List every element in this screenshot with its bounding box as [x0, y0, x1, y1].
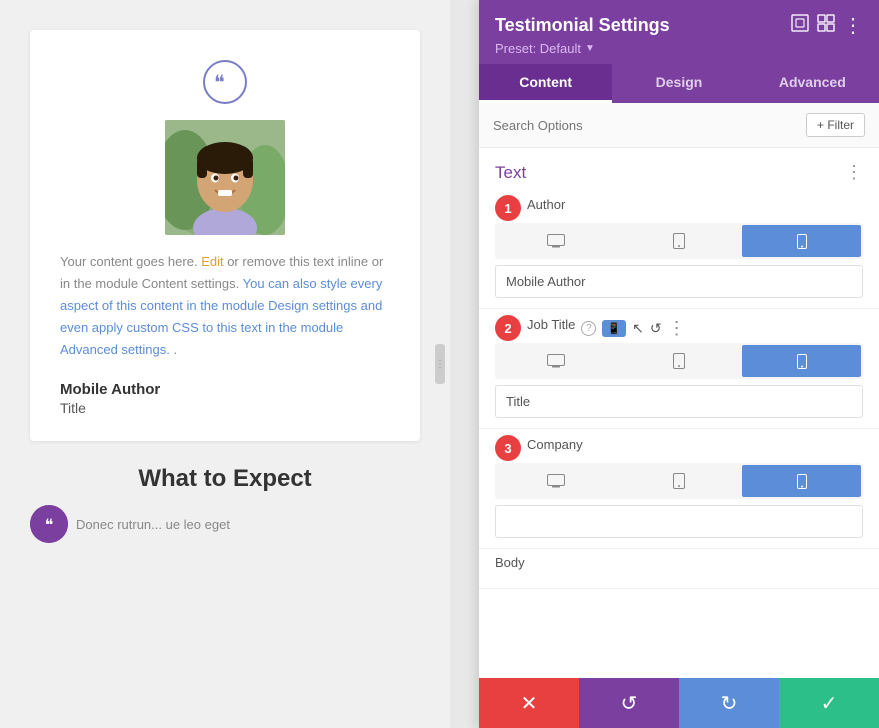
bottom-bar: ✕ ↺ ↻ ✓: [479, 678, 879, 728]
grid-icon[interactable]: [817, 14, 835, 37]
company-responsive-row: [495, 463, 863, 499]
author-responsive-row: [495, 223, 863, 259]
company-label: Company: [527, 437, 583, 452]
card-job-title: Title: [60, 400, 390, 416]
job-title-input[interactable]: [495, 385, 863, 418]
cursor-icon[interactable]: ↖: [632, 320, 644, 337]
save-button[interactable]: ✓: [779, 678, 879, 728]
badge-2: 2: [495, 315, 521, 341]
author-tablet-btn[interactable]: [620, 225, 739, 257]
testimonial-card: ❝: [30, 30, 420, 441]
author-label: Author: [527, 197, 565, 212]
resize-handle[interactable]: ⋮: [435, 344, 445, 384]
section-dots-icon[interactable]: ⋮: [845, 162, 863, 183]
jobtitle-tablet-btn[interactable]: [620, 345, 739, 377]
redo-button[interactable]: ↻: [679, 678, 779, 728]
tab-content[interactable]: Content: [479, 64, 612, 103]
company-tablet-btn[interactable]: [620, 465, 739, 497]
panel-body: + Filter Text ⋮ 1 Author: [479, 103, 879, 678]
card-author: Mobile Author: [60, 381, 390, 398]
body-field-block: Body: [479, 549, 879, 589]
company-desktop-btn[interactable]: [497, 465, 616, 497]
job-title-label: Job Title: [527, 317, 575, 332]
tab-design[interactable]: Design: [612, 64, 745, 103]
more-icon[interactable]: ⋮: [668, 318, 686, 339]
company-badge-wrap: 3 Company: [495, 435, 863, 461]
avatar: [165, 120, 285, 235]
quote-icon: ❝: [203, 60, 247, 104]
left-panel: ❝: [0, 0, 450, 728]
author-badge-wrap: 1 Author: [495, 195, 863, 221]
panel-title: Testimonial Settings: [495, 15, 670, 36]
badge-3: 3: [495, 435, 521, 461]
jobtitle-mobile-btn[interactable]: [742, 345, 861, 377]
quote-icon-wrap: ❝: [60, 60, 390, 104]
undo-button[interactable]: ↺: [579, 678, 679, 728]
settings-panel: Testimonial Settings ⋮: [479, 0, 879, 728]
search-bar-row: + Filter: [479, 103, 879, 148]
mobile-active-badge: 📱: [602, 320, 626, 337]
panel-title-icons: ⋮: [791, 14, 863, 37]
panel-title-row: Testimonial Settings ⋮: [495, 14, 863, 37]
filter-button[interactable]: + Filter: [806, 113, 865, 137]
undo-icon[interactable]: ↺: [650, 320, 662, 337]
svg-text:❝: ❝: [45, 517, 54, 534]
company-input[interactable]: [495, 505, 863, 538]
what-to-expect-heading: What to Expect: [30, 465, 420, 493]
bottom-circle-1: ❝: [30, 505, 68, 543]
body-label: Body: [495, 555, 863, 570]
job-title-responsive-row: [495, 343, 863, 379]
bottom-avatars-row: ❝ Donec rutrun... ue leo eget: [30, 505, 420, 543]
section-title: Text: [495, 163, 526, 183]
company-mobile-btn[interactable]: [742, 465, 861, 497]
author-field-block: 1 Author: [479, 189, 879, 309]
preset-label: Preset: Default: [495, 41, 581, 56]
jobtitle-desktop-btn[interactable]: [497, 345, 616, 377]
tab-advanced[interactable]: Advanced: [746, 64, 879, 103]
panel-header: Testimonial Settings ⋮: [479, 0, 879, 103]
search-input[interactable]: [493, 118, 806, 133]
expand-icon[interactable]: [791, 14, 809, 37]
bottom-text: Donec rutrun... ue leo eget: [76, 517, 230, 532]
job-title-badge-wrap: 2 Job Title ? 📱 ↖ ↺ ⋮: [495, 315, 863, 341]
badge-1: 1: [495, 195, 521, 221]
author-input[interactable]: [495, 265, 863, 298]
preset-arrow-icon[interactable]: ▼: [585, 43, 595, 54]
panel-tabs: Content Design Advanced: [479, 64, 879, 103]
job-title-field-block: 2 Job Title ? 📱 ↖ ↺ ⋮: [479, 309, 879, 429]
card-text: Your content goes here. Edit or remove t…: [60, 251, 390, 361]
more-options-icon[interactable]: ⋮: [843, 16, 863, 36]
cancel-button[interactable]: ✕: [479, 678, 579, 728]
company-field-block: 3 Company: [479, 429, 879, 549]
author-mobile-btn[interactable]: [742, 225, 861, 257]
text-section-header: Text ⋮: [479, 148, 879, 189]
author-desktop-btn[interactable]: [497, 225, 616, 257]
help-icon[interactable]: ?: [581, 321, 596, 336]
svg-text:❝: ❝: [214, 73, 225, 91]
preset-row: Preset: Default ▼: [495, 41, 863, 56]
